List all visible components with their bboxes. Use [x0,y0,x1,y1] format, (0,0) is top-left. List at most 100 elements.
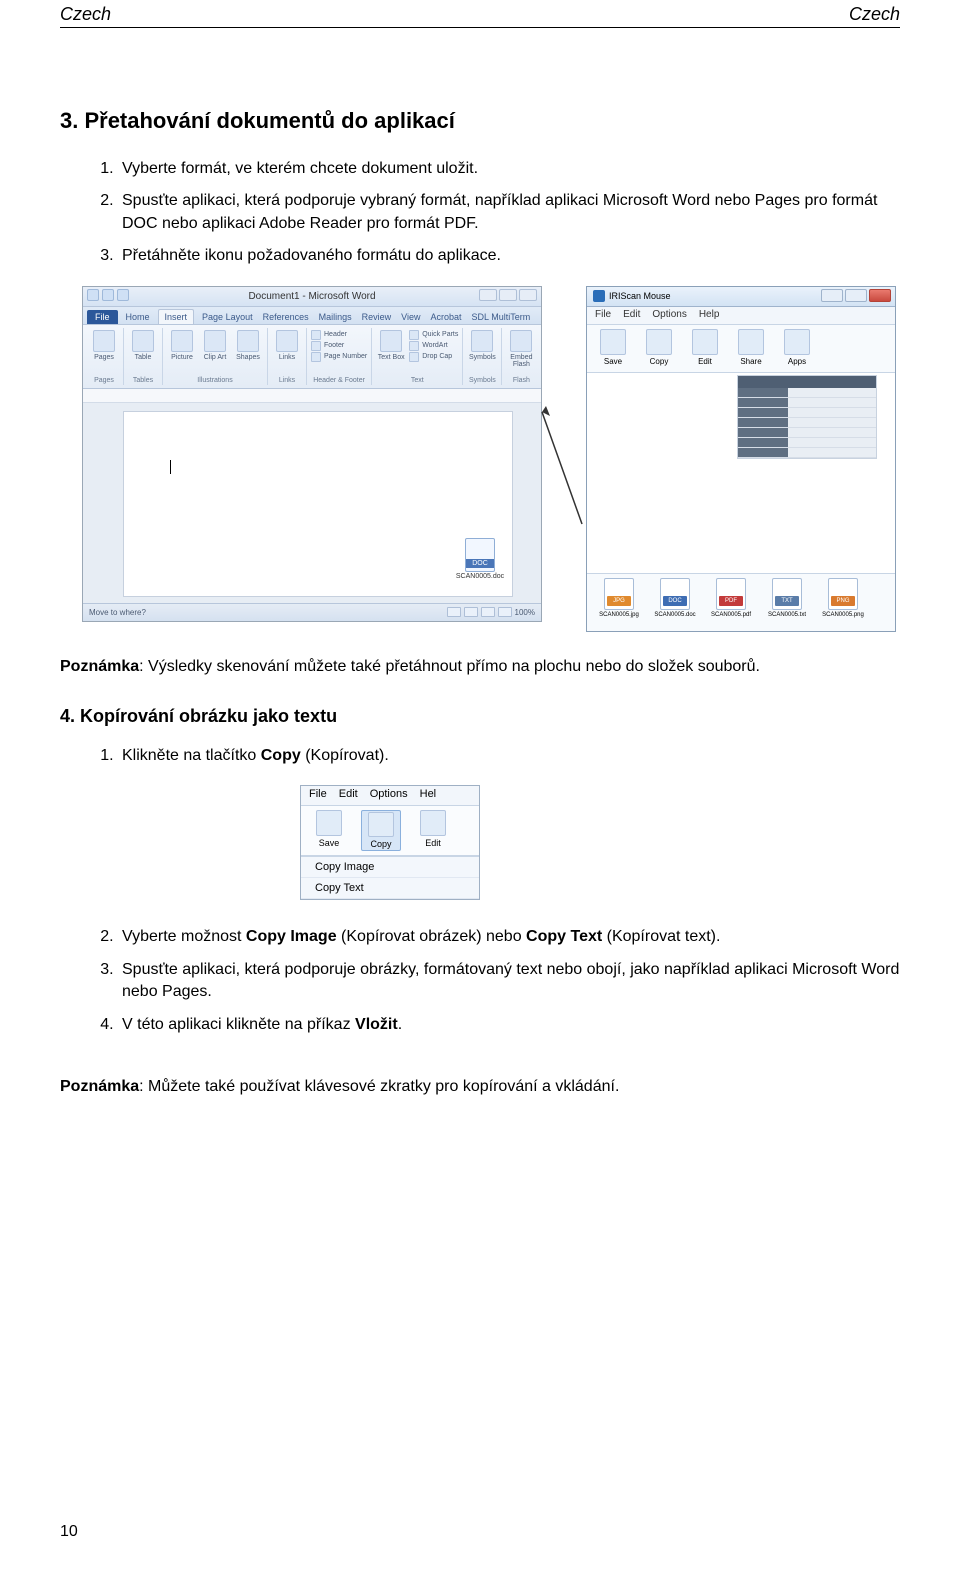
footer-icon[interactable] [311,341,321,351]
iris-title-text: IRIScan Mouse [609,291,671,301]
word-tab-mailings[interactable]: Mailings [317,310,354,324]
word-tab-review[interactable]: Review [360,310,394,324]
picture-icon[interactable] [171,330,193,352]
text-cursor [170,460,171,474]
ribbon-group-pages: Pages Pages [85,328,124,385]
dropcap-icon[interactable] [409,352,419,362]
word-tab-pagelayout[interactable]: Page Layout [200,310,255,324]
iris-menu-options[interactable]: Options [652,309,686,322]
word-qat [87,289,129,301]
dragged-doc-icon[interactable]: SCAN0005.doc [462,538,498,582]
iris-tool-apps[interactable]: Apps [779,329,815,368]
table-icon[interactable] [132,330,154,352]
dropdown-copy-text[interactable]: Copy Text [301,878,479,899]
dropdown-copy-image[interactable]: Copy Image [301,857,479,878]
close-icon[interactable] [869,289,891,302]
pagenumber-icon[interactable] [311,352,321,362]
ribbon-group-headerfooter: Header Footer Page Number Header & Foote… [307,328,372,385]
iris-file-doc[interactable]: DOCSCAN0005.doc [653,578,697,618]
page-header: Czech Czech [60,0,900,28]
section4-steps-a: Klikněte na tlačítko Copy (Kopírovat). [60,745,900,767]
word-tab-home[interactable]: Home [124,310,152,324]
note-2: Poznámka: Můžete také používat klávesové… [60,1076,900,1098]
links-icon[interactable] [276,330,298,352]
section4-step-2: Vyberte možnost Copy Image (Kopírovat ob… [118,926,900,948]
edit-icon [420,810,446,836]
copy-icon [368,812,394,837]
iris-file-jpg[interactable]: JPGSCAN0005.jpg [597,578,641,618]
copyfig-menu-options[interactable]: Options [370,788,408,803]
section3-title: 3. Přetahování dokumentů do aplikací [60,108,900,134]
header-left: Czech [60,4,111,25]
iris-window-buttons [821,289,891,302]
copyfig-tool-save[interactable]: Save [309,810,349,851]
word-tab-insert[interactable]: Insert [158,309,195,324]
iris-tool-edit[interactable]: Edit [687,329,723,368]
iris-tool-copy[interactable]: Copy [641,329,677,368]
section4-step-4: V této aplikaci klikněte na příkaz Vloži… [118,1014,900,1036]
save-icon [600,329,626,355]
word-document-area[interactable]: SCAN0005.doc [83,403,541,603]
apps-icon [784,329,810,355]
page-number: 10 [60,1523,78,1541]
section3-step-2: Spusťte aplikaci, která podporuje vybran… [118,190,900,235]
view-web-icon[interactable] [481,607,495,617]
word-statusbar: Move to where? 100% [83,603,541,621]
note2-label: Poznámka [60,1078,139,1095]
copyfig-tool-edit[interactable]: Edit [413,810,453,851]
view-layout-icon[interactable] [464,607,478,617]
iris-tool-share[interactable]: Share [733,329,769,368]
section4-steps-b: Vyberte možnost Copy Image (Kopírovat ob… [60,926,900,1036]
iris-file-txt[interactable]: TXTSCAN0005.txt [765,578,809,618]
iris-file-pdf[interactable]: PDFSCAN0005.pdf [709,578,753,618]
embedflash-icon[interactable] [510,330,532,352]
word-tab-view[interactable]: View [399,310,422,324]
section3-step-3: Přetáhněte ikonu požadovaného formátu do… [118,245,900,267]
status-left: Move to where? [89,608,146,617]
iris-window: IRIScan Mouse File Edit Options Help Sav… [586,286,896,632]
ribbon-group-illustrations: Picture Clip Art Shapes Illustrations [163,328,268,385]
maximize-icon[interactable] [845,289,867,302]
word-page: SCAN0005.doc [123,411,513,597]
note2-text: : Můžete také používat klávesové zkratky… [139,1078,619,1095]
iris-menu-file[interactable]: File [595,309,611,322]
word-file-tab[interactable]: File [87,310,118,324]
view-normal-icon[interactable] [447,607,461,617]
ribbon-group-text: Text Box Quick Parts WordArt Drop Cap Te… [372,328,463,385]
section4-title: 4. Kopírování obrázku jako textu [60,706,900,727]
section3-steps: Vyberte formát, ve kterém chcete dokumen… [60,158,900,268]
iris-tool-save[interactable]: Save [595,329,631,368]
copyfig-menu-file[interactable]: File [309,788,327,803]
copy-icon [646,329,672,355]
clipart-icon[interactable] [204,330,226,352]
section4-step-1: Klikněte na tlačítko Copy (Kopírovat). [118,745,900,767]
copyfig-dropdown: Copy Image Copy Text [301,856,479,899]
iris-menu-help[interactable]: Help [699,309,720,322]
copyfig-tool-copy[interactable]: Copy [361,810,401,851]
save-icon [316,810,342,836]
word-window-buttons [479,289,537,301]
wordart-icon[interactable] [409,341,419,351]
edit-icon [692,329,718,355]
word-tab-acrobat[interactable]: Acrobat [429,310,464,324]
iris-preview-area [587,373,895,573]
ribbon-group-links: Links Links [268,328,307,385]
section3-step-1: Vyberte formát, ve kterém chcete dokumen… [118,158,900,180]
share-icon [738,329,764,355]
iris-menu-edit[interactable]: Edit [623,309,640,322]
quickparts-icon[interactable] [409,330,419,340]
pages-icon[interactable] [93,330,115,352]
copyfig-menu-help[interactable]: Hel [420,788,437,803]
word-tab-multiterm[interactable]: SDL MultiTerm [470,310,533,324]
header-icon[interactable] [311,330,321,340]
copyfig-menu-edit[interactable]: Edit [339,788,358,803]
iris-titlebar: IRIScan Mouse [587,287,895,307]
minimize-icon[interactable] [821,289,843,302]
shapes-icon[interactable] [237,330,259,352]
iris-file-png[interactable]: PNGSCAN0005.png [821,578,865,618]
symbols-icon[interactable] [471,330,493,352]
view-outline-icon[interactable] [498,607,512,617]
copy-dropdown-figure: File Edit Options Hel Save Copy Edit Cop… [300,785,480,900]
word-tab-references[interactable]: References [261,310,311,324]
textbox-icon[interactable] [380,330,402,352]
